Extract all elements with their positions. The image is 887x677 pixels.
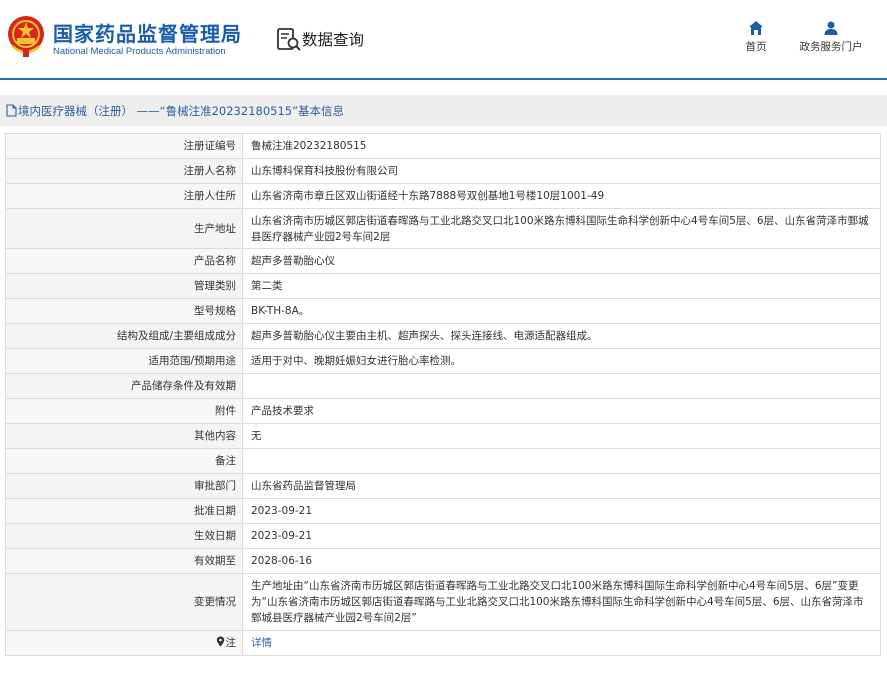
org-name-cn: 国家药品监督管理局 bbox=[53, 22, 242, 46]
field-label: 备注 bbox=[5, 448, 243, 474]
site-header: 国家药品监督管理局 National Medical Products Admi… bbox=[0, 0, 887, 80]
section-title: 数据查询 bbox=[302, 31, 365, 49]
table-row: 变更情况 生产地址由“山东省济南市历城区郭店街道春晖路与工业北路交叉口北100米路… bbox=[5, 573, 881, 631]
field-value: 山东博科保育科技股份有限公司 bbox=[242, 158, 881, 184]
field-value: 2028-06-16 bbox=[242, 548, 881, 574]
table-row: 产品储存条件及有效期 bbox=[5, 373, 881, 399]
field-label: 型号规格 bbox=[5, 298, 243, 324]
field-label: 审批部门 bbox=[5, 473, 243, 499]
table-row: 型号规格 BK-TH-8A。 bbox=[5, 298, 881, 324]
field-value: 产品技术要求 bbox=[242, 398, 881, 424]
detail-link[interactable]: 详情 bbox=[251, 637, 272, 649]
field-label: 注册人住所 bbox=[5, 183, 243, 209]
field-label: 生效日期 bbox=[5, 523, 243, 549]
field-value bbox=[242, 373, 881, 399]
field-value: 2023-09-21 bbox=[242, 498, 881, 524]
field-value: 超声多普勒胎心仪 bbox=[242, 248, 881, 274]
field-label: 产品名称 bbox=[5, 248, 243, 274]
field-value: 第二类 bbox=[242, 273, 881, 299]
home-nav-button[interactable]: 首页 bbox=[742, 20, 770, 54]
table-row: 注册证编号 鲁械注准20232180515 bbox=[5, 133, 881, 159]
registration-info-table: 注册证编号 鲁械注准20232180515 注册人名称 山东博科保育科技股份有限公司注… bbox=[5, 133, 881, 656]
portal-nav-button[interactable]: 政务服务门户 bbox=[798, 20, 864, 54]
document-icon bbox=[6, 104, 17, 117]
field-label: 附件 bbox=[5, 398, 243, 424]
field-label: 结构及组成/主要组成成分 bbox=[5, 323, 243, 349]
field-label: 产品储存条件及有效期 bbox=[5, 373, 243, 399]
portal-nav-label: 政务服务门户 bbox=[799, 41, 863, 53]
note-label: 注 bbox=[225, 637, 237, 649]
field-label: 有效期至 bbox=[5, 548, 243, 574]
document-search-icon bbox=[277, 28, 301, 51]
table-row: 其他内容无 bbox=[5, 423, 881, 449]
field-value: 生产地址由“山东省济南市历城区郭店街道春晖路与工业北路交叉口北100米路东博科国… bbox=[242, 573, 881, 631]
table-row: 结构及组成/主要组成成分 超声多普勒胎心仪主要由主机、超声探头、探头连接线、电源适… bbox=[5, 323, 881, 349]
table-row-note: 注 详情 bbox=[5, 630, 881, 656]
field-value: 2023-09-21 bbox=[242, 523, 881, 549]
field-value: 鲁械注准20232180515 bbox=[242, 133, 881, 159]
field-value: BK-TH-8A。 bbox=[242, 298, 881, 324]
table-row: 管理类别 第二类 bbox=[5, 273, 881, 299]
field-value: 山东省济南市章丘区双山街道经十东路7888号双创基地1号楼10层1001-49 bbox=[242, 183, 881, 209]
table-row: 有效期至 2028-06-16 bbox=[5, 548, 881, 574]
field-label: 注册人名称 bbox=[5, 158, 243, 184]
breadcrumb-text: 境内医疗器械（注册） ——“鲁械注准20232180515”基本信息 bbox=[18, 104, 345, 118]
table-row: 附件 产品技术要求 bbox=[5, 398, 881, 424]
location-pin-icon bbox=[216, 636, 224, 647]
field-value: 山东省药品监督管理局 bbox=[242, 473, 881, 499]
field-label: 批准日期 bbox=[5, 498, 243, 524]
note-value-cell: 详情 bbox=[242, 630, 881, 656]
org-name-en: National Medical Products Administration bbox=[53, 46, 226, 57]
home-icon bbox=[749, 21, 763, 35]
field-label: 生产地址 bbox=[5, 208, 243, 249]
table-row: 生产地址 山东省济南市历城区郭店街道春晖路与工业北路交叉口北100米路东博科国际生… bbox=[5, 208, 881, 249]
table-row: 备注 bbox=[5, 448, 881, 474]
table-row: 生效日期 2023-09-21 bbox=[5, 523, 881, 549]
field-value: 超声多普勒胎心仪主要由主机、超声探头、探头连接线、电源适配器组成。 bbox=[242, 323, 881, 349]
field-value: 适用于对中、晚期妊娠妇女进行胎心率检测。 bbox=[242, 348, 881, 374]
table-row: 适用范围/预期用途 适用于对中、晚期妊娠妇女进行胎心率检测。 bbox=[5, 348, 881, 374]
table-row: 产品名称 超声多普勒胎心仪 bbox=[5, 248, 881, 274]
field-label: 适用范围/预期用途 bbox=[5, 348, 243, 374]
field-value: 无 bbox=[242, 423, 881, 449]
field-label: 变更情况 bbox=[5, 573, 243, 631]
breadcrumb: 境内医疗器械（注册） ——“鲁械注准20232180515”基本信息 bbox=[0, 95, 887, 126]
field-label: 管理类别 bbox=[5, 273, 243, 299]
table-row: 审批部门 山东省药品监督管理局 bbox=[5, 473, 881, 499]
note-label-cell: 注 bbox=[5, 630, 243, 656]
table-row: 注册人住所 山东省济南市章丘区双山街道经十东路7888号双创基地1号楼10层100… bbox=[5, 183, 881, 209]
table-row: 注册人名称 山东博科保育科技股份有限公司 bbox=[5, 158, 881, 184]
table-row: 批准日期 2023-09-21 bbox=[5, 498, 881, 524]
field-label: 注册证编号 bbox=[5, 133, 243, 159]
field-value bbox=[242, 448, 881, 474]
field-value: 山东省济南市历城区郭店街道春晖路与工业北路交叉口北100米路东博科国际生命科学创… bbox=[242, 208, 881, 249]
field-label: 其他内容 bbox=[5, 423, 243, 449]
user-icon bbox=[824, 21, 838, 35]
home-nav-label: 首页 bbox=[745, 41, 767, 53]
national-emblem-icon bbox=[8, 16, 44, 57]
